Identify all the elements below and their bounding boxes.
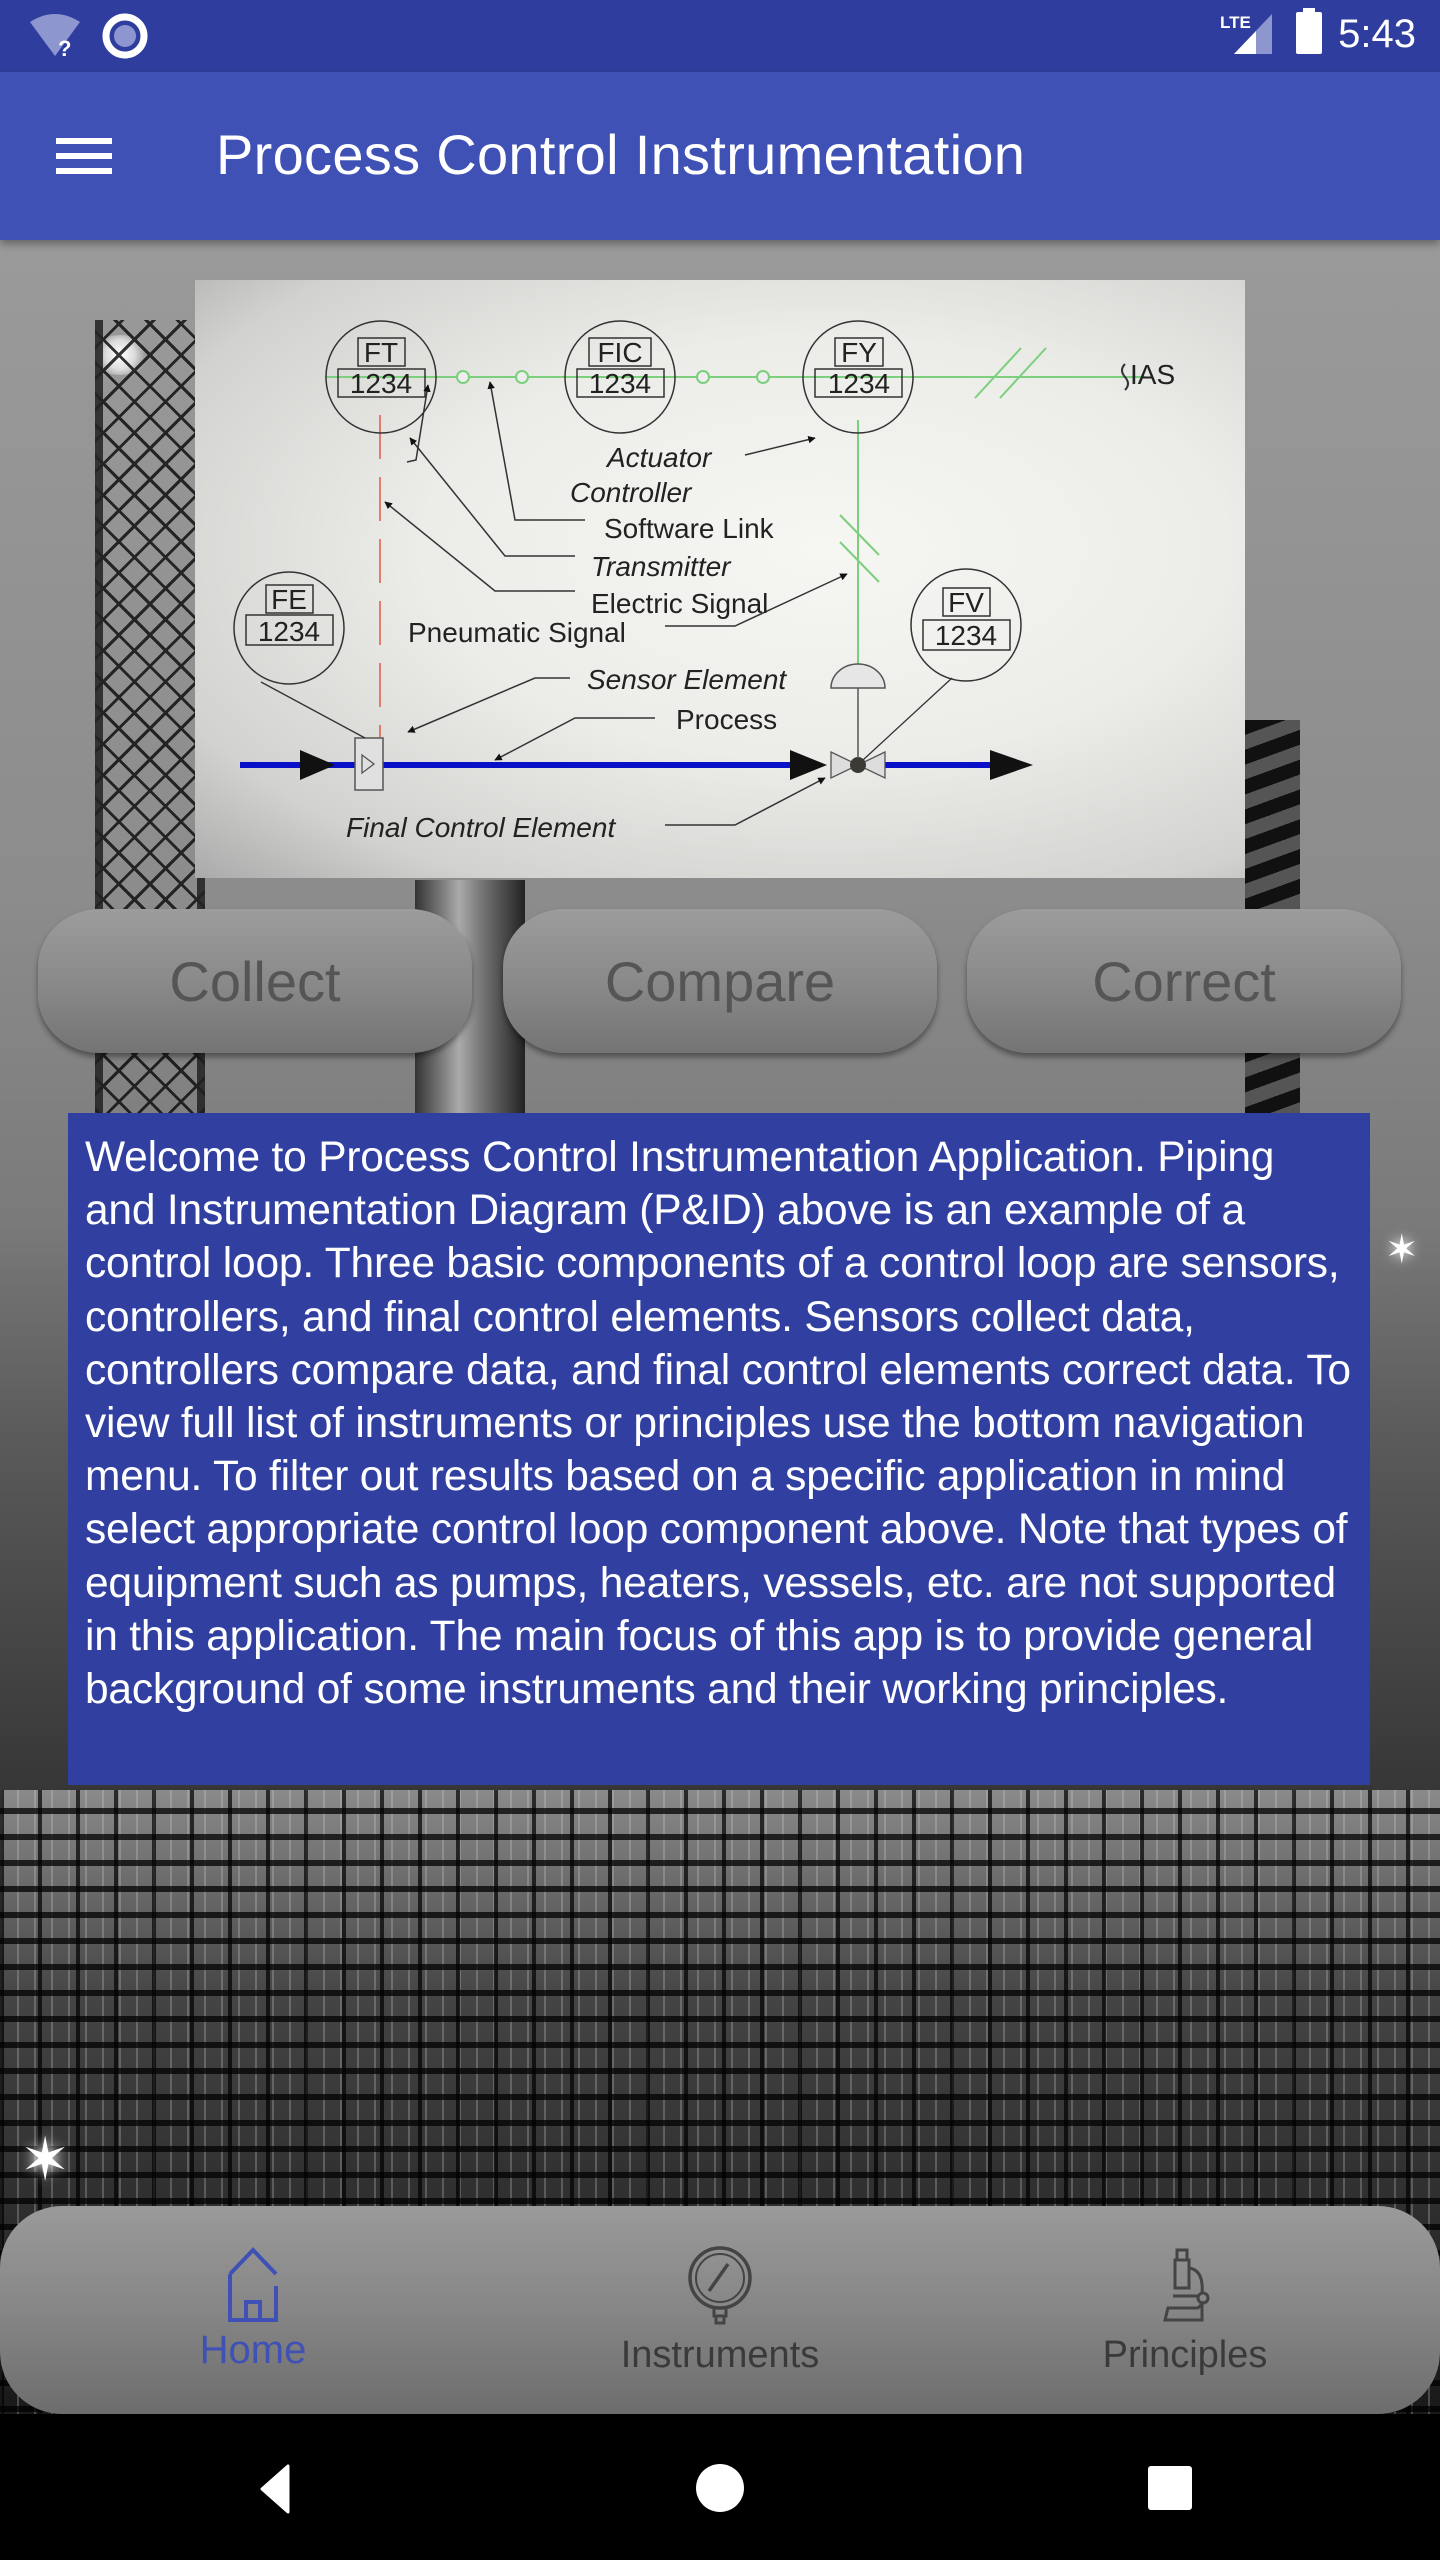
nav-item-home[interactable]: Home: [103, 2236, 403, 2396]
sync-circle-icon: [102, 13, 148, 64]
light-sparkle: ✶: [1385, 1228, 1419, 1272]
battery-icon: [1294, 8, 1324, 61]
home-circle-icon[interactable]: [680, 2456, 760, 2520]
ias-label: IAS: [1130, 359, 1175, 390]
light-sparkle: ✶: [20, 2126, 71, 2193]
app-bar: Process Control Instrumentation: [0, 72, 1440, 240]
back-icon[interactable]: [240, 2456, 320, 2520]
welcome-description: Welcome to Process Control Instrumentati…: [85, 1134, 1351, 1714]
instrument-fv: FV 1234: [910, 568, 1022, 682]
nav-label-home: Home: [199, 2328, 307, 2372]
label-electric-signal: Electric Signal: [591, 588, 768, 619]
control-loop-filter-bar: Collect Compare Correct: [38, 909, 1401, 1053]
svg-text:LTE: LTE: [1220, 13, 1251, 32]
label-pneumatic-signal: Pneumatic Signal: [408, 617, 626, 648]
bottom-navigation: Home Instruments Principles: [0, 2206, 1440, 2414]
wifi-unknown-icon: ?: [28, 12, 82, 65]
label-sensor-element: Sensor Element: [587, 664, 787, 695]
svg-text:?: ?: [58, 36, 71, 60]
lte-signal-icon: LTE: [1220, 8, 1280, 61]
status-bar: ? LTE 5:43: [0, 0, 1440, 72]
nav-label-principles: Principles: [1102, 2334, 1268, 2376]
welcome-info-panel: Welcome to Process Control Instrumentati…: [68, 1113, 1370, 1785]
svg-text:1234: 1234: [350, 368, 412, 399]
nav-item-principles[interactable]: Principles: [1035, 2236, 1335, 2396]
pid-diagram: IAS FT 1234 FIC 1234 FY 1234 FE 1234 FV …: [233, 320, 1175, 843]
svg-text:FT: FT: [364, 337, 398, 368]
svg-text:FE: FE: [271, 584, 307, 615]
pneumatic-signal-line: [839, 420, 880, 665]
recents-square-icon[interactable]: [1130, 2456, 1210, 2520]
software-link-line: [325, 347, 1145, 399]
nav-item-instruments[interactable]: Instruments: [570, 2236, 870, 2396]
svg-text:1234: 1234: [589, 368, 651, 399]
collect-filter-button[interactable]: Collect: [38, 909, 472, 1053]
label-transmitter: Transmitter: [591, 551, 732, 582]
label-controller: Controller: [570, 477, 693, 508]
instrument-fe: FE 1234: [233, 571, 345, 685]
control-valve-symbol: [830, 663, 953, 780]
svg-text:1234: 1234: [258, 616, 320, 647]
svg-text:FV: FV: [948, 587, 984, 618]
svg-text:1234: 1234: [828, 368, 890, 399]
svg-text:FY: FY: [841, 337, 877, 368]
pressure-gauge-icon: [688, 2246, 752, 2325]
microscope-icon: [1163, 2248, 1210, 2322]
home-icon: [228, 2247, 278, 2322]
system-navigation-bar: [0, 2414, 1440, 2560]
svg-text:1234: 1234: [935, 620, 997, 651]
correct-filter-button[interactable]: Correct: [967, 909, 1401, 1053]
label-final-control-element: Final Control Element: [346, 812, 616, 843]
sensor-element-symbol: [354, 737, 384, 791]
svg-text:FIC: FIC: [597, 337, 642, 368]
app-title: Process Control Instrumentation: [216, 123, 1026, 186]
hamburger-menu-icon[interactable]: [40, 128, 126, 184]
label-software-link: Software Link: [604, 513, 775, 544]
label-actuator: Actuator: [605, 442, 713, 473]
label-process: Process: [676, 704, 777, 735]
nav-label-instruments: Instruments: [620, 2334, 820, 2376]
pid-diagram-image: IAS FT 1234 FIC 1234 FY 1234 FE 1234 FV …: [195, 280, 1245, 878]
compare-filter-button[interactable]: Compare: [503, 909, 937, 1053]
clock: 5:43: [1338, 12, 1416, 56]
